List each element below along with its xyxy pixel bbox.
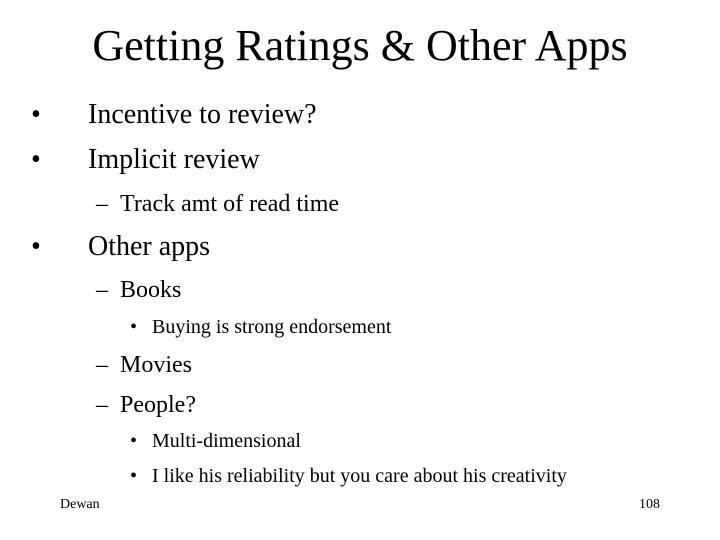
sub-sub-bullet-text: I like his reliability but you care abou… [152,465,567,487]
slide: Getting Ratings & Other Apps • Incentive… [0,0,720,540]
sub-bullet-text: Movies [120,352,192,378]
bullet-marker: • [130,316,138,338]
dash-marker: – [96,392,108,418]
dash-marker: – [96,191,108,217]
dash-marker: – [96,277,108,303]
sub-sub-bullet-text: Multi-dimensional [152,430,301,452]
slide-title: Getting Ratings & Other Apps [92,21,628,70]
footer-page-number: 108 [639,497,660,512]
footer-author: Dewan [60,497,100,512]
bullet-text: Incentive to review? [88,99,317,130]
bullet-marker: • [130,430,138,452]
bullet-marker: • [31,231,41,262]
bullet-marker: • [31,99,41,130]
sub-sub-bullet-text: Buying is strong endorsement [152,316,392,338]
dash-marker: – [96,352,108,378]
bullet-text: Other apps [88,231,211,262]
bullet-marker: • [31,144,41,175]
bullet-marker: • [130,465,138,487]
sub-bullet-text: Track amt of read time [120,191,340,217]
bullet-text: Implicit review [88,144,260,175]
sub-bullet-text: People? [120,392,196,418]
sub-bullet-text: Books [120,277,182,303]
